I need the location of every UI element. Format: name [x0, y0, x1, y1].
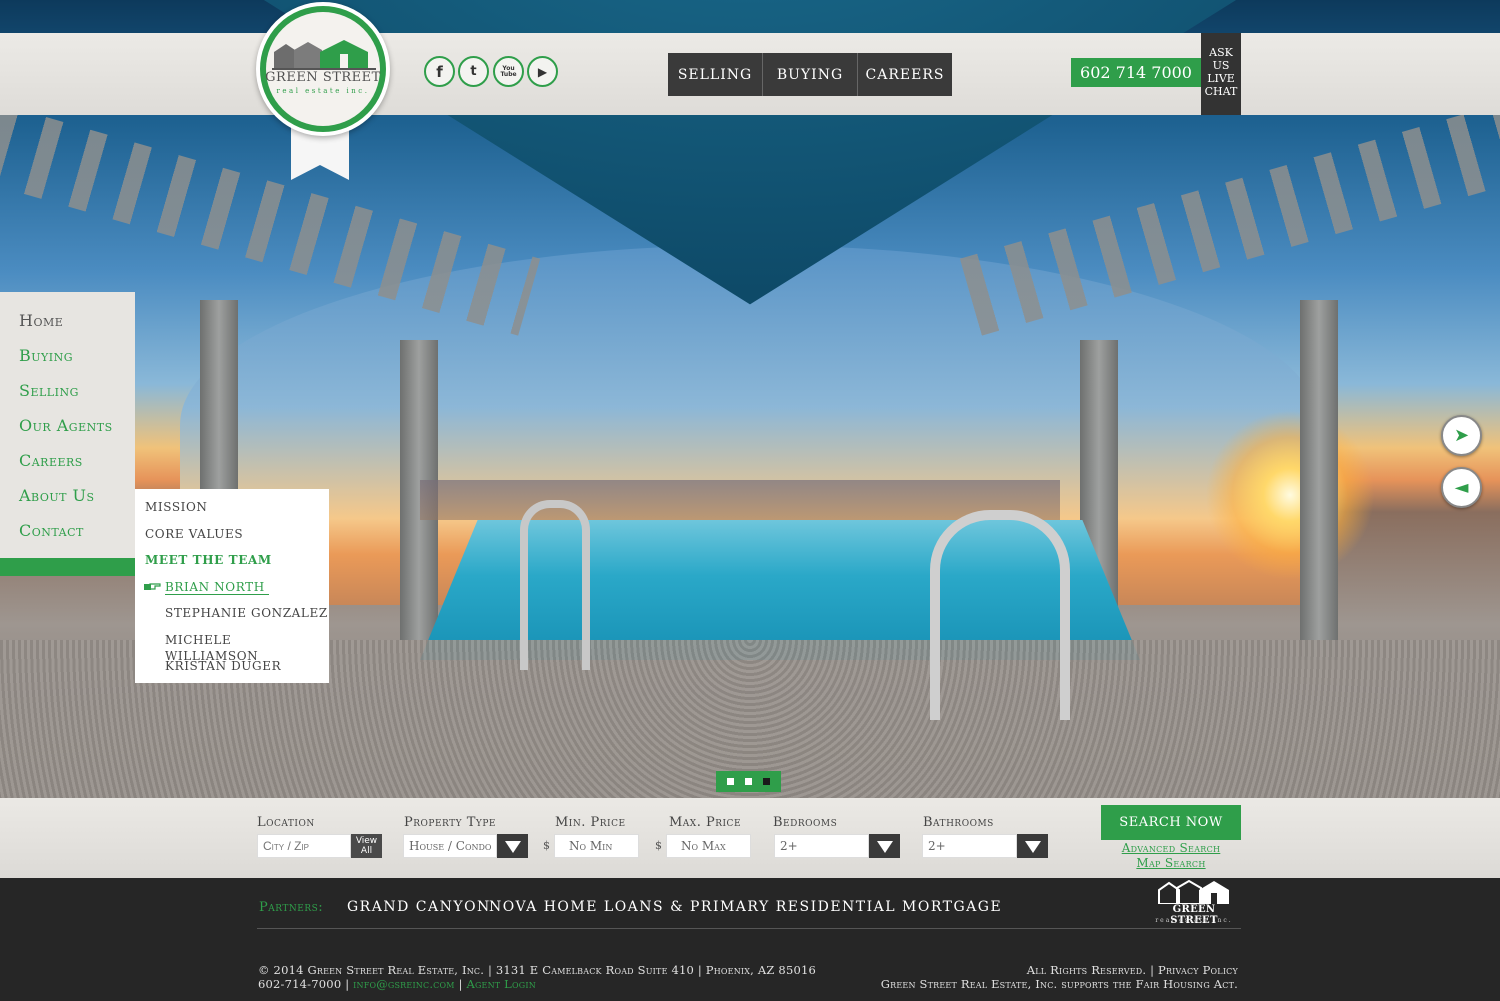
bathrooms-select[interactable]: 2+ — [922, 834, 1017, 858]
houses-logo-icon — [1158, 880, 1229, 904]
partners-label: Partners: — [259, 900, 324, 915]
about-submenu: Mission Core Values Meet the Team Brian … — [135, 489, 329, 683]
search-now-button[interactable]: Search Now — [1101, 805, 1241, 840]
live-chat-line: Ask — [1209, 46, 1233, 59]
nav-buying[interactable]: Buying — [763, 53, 858, 96]
min-price-select[interactable]: No Min — [554, 834, 639, 858]
play-icon[interactable]: ▶ — [527, 56, 558, 87]
bedrooms-label: Bedrooms — [773, 815, 838, 830]
facebook-icon[interactable]: f — [424, 56, 455, 87]
sunset — [1205, 410, 1375, 580]
submenu-core-values[interactable]: Core Values — [135, 526, 329, 553]
phone-number[interactable]: 602 714 7000 — [1071, 58, 1201, 87]
slider-prev-button[interactable]: ◄ — [1441, 467, 1482, 508]
live-chat-line: Live — [1207, 72, 1235, 85]
sidenav-careers[interactable]: Careers — [0, 448, 135, 483]
footer-email-link[interactable]: info@gsreinc.com — [353, 977, 455, 991]
logo-tagline: real estate inc. — [276, 87, 370, 95]
live-chat-button[interactable]: Ask Us Live Chat — [1201, 33, 1241, 115]
footer-contact-line: 602-714-7000 | info@gsreinc.com | Agent … — [258, 977, 536, 991]
view-all-button[interactable]: View All — [351, 834, 382, 858]
twitter-glyph: t — [470, 64, 477, 79]
sidenav-home[interactable]: Home — [0, 308, 135, 343]
team-member-label: Brian North — [165, 579, 269, 595]
sidenav-buying[interactable]: Buying — [0, 343, 135, 378]
logo-name: GREEN STREET — [265, 70, 381, 85]
city-skyline — [420, 480, 1060, 520]
footer-divider — [257, 928, 1241, 929]
submenu-mission[interactable]: Mission — [135, 499, 329, 526]
sidenav-selling[interactable]: Selling — [0, 378, 135, 413]
arrow-left-icon: ◄ — [1454, 477, 1469, 498]
slider-next-button[interactable]: ➤ — [1441, 415, 1482, 456]
min-price-label: Min. Price — [555, 815, 626, 830]
footer-logo-tagline: real estate inc. — [1155, 917, 1233, 924]
currency-symbol: $ — [543, 839, 550, 852]
location-label: Location — [257, 815, 315, 830]
footer-logo[interactable]: GREEN STREET real estate inc. — [1149, 880, 1239, 928]
team-member-stephanie-gonzalez[interactable]: Stephanie Gonzalez — [135, 605, 329, 632]
main-nav: Selling Buying Careers — [668, 53, 952, 96]
pool-rail — [520, 500, 590, 670]
bathrooms-dropdown-icon[interactable] — [1017, 834, 1048, 858]
arrow-right-icon: ➤ — [1453, 425, 1470, 446]
nav-selling[interactable]: Selling — [668, 53, 763, 96]
sidenav-accent-bar — [0, 558, 135, 576]
footer-rights[interactable]: All Rights Reserved. | Privacy Policy — [1027, 963, 1238, 977]
slide-dot-1[interactable] — [727, 778, 735, 785]
sidenav-about-us[interactable]: About Us — [0, 483, 135, 518]
pergola-right — [959, 104, 1500, 336]
facebook-glyph: f — [436, 62, 443, 81]
pergola-column — [1300, 300, 1338, 660]
advanced-search-link[interactable]: Advanced Search — [1101, 841, 1241, 855]
houses-logo-icon — [272, 40, 376, 70]
property-type-dropdown-icon[interactable] — [497, 834, 528, 858]
bedrooms-select[interactable]: 2+ — [774, 834, 869, 858]
sidenav-contact[interactable]: Contact — [0, 518, 135, 553]
property-type-select[interactable]: House / Condo — [403, 834, 497, 858]
property-type-label: Property Type — [404, 815, 496, 830]
partner-nova-home-loans[interactable]: Nova Home Loans & Primary Residential Mo… — [489, 899, 1002, 915]
youtube-glyph: You Tube — [500, 64, 517, 78]
play-glyph: ▶ — [537, 64, 548, 79]
pointing-hand-icon — [144, 582, 161, 590]
max-price-label: Max. Price — [669, 815, 742, 830]
youtube-icon[interactable]: You Tube — [493, 56, 524, 87]
max-price-select[interactable]: No Max — [666, 834, 751, 858]
bathrooms-label: Bathrooms — [923, 815, 994, 830]
submenu-meet-the-team[interactable]: Meet the Team — [135, 552, 329, 579]
team-member-kristan-duger[interactable]: Kristan Duger — [135, 658, 329, 685]
pool-rail — [930, 510, 1070, 720]
footer-copyright: © 2014 Green Street Real Estate, Inc. | … — [258, 963, 817, 977]
map-search-link[interactable]: Map Search — [1101, 856, 1241, 870]
team-member-michele-williamson[interactable]: Michele Williamson — [135, 632, 329, 663]
currency-symbol: $ — [655, 839, 662, 852]
location-input[interactable] — [257, 834, 351, 858]
team-member-brian-north[interactable]: Brian North — [135, 579, 329, 606]
agent-login-link[interactable]: Agent Login — [466, 977, 535, 991]
footer-separator: | — [458, 977, 463, 991]
partner-grand-canyon[interactable]: Grand Canyon — [347, 899, 491, 915]
twitter-icon[interactable]: t — [458, 56, 489, 87]
live-chat-line: Us — [1212, 59, 1230, 72]
slider-pagination — [716, 771, 781, 792]
live-chat-line: Chat — [1204, 85, 1238, 98]
footer-fair-housing: Green Street Real Estate, Inc. supports … — [880, 977, 1238, 991]
nav-careers[interactable]: Careers — [858, 53, 952, 96]
side-nav: Home Buying Selling Our Agents Careers A… — [0, 292, 135, 558]
sidenav-our-agents[interactable]: Our Agents — [0, 413, 135, 448]
footer — [0, 878, 1500, 1001]
slide-dot-2[interactable] — [744, 778, 752, 785]
slide-dot-3[interactable] — [762, 778, 770, 785]
bedrooms-dropdown-icon[interactable] — [869, 834, 900, 858]
footer-phone: 602-714-7000 | — [258, 977, 350, 991]
